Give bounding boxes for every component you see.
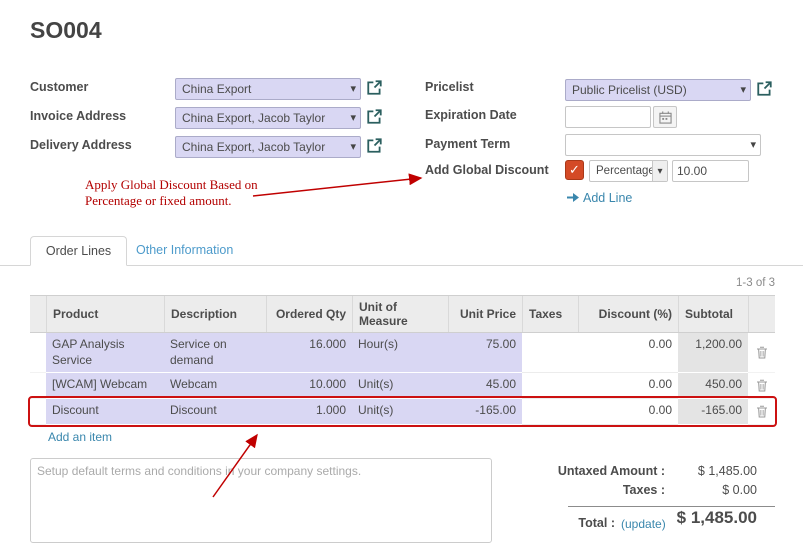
cell-discount[interactable]: 0.00: [578, 399, 678, 425]
column-header-ordered-qty[interactable]: Ordered Qty: [266, 296, 352, 332]
chevron-down-icon: ▾: [652, 161, 667, 181]
pager: 1-3 of 3: [695, 277, 775, 289]
sales-order-page: { "header": { "title": "SO004" }, "icons…: [0, 0, 803, 545]
cell-product[interactable]: Discount: [46, 399, 164, 425]
cell-ordered-qty[interactable]: 1.000: [266, 399, 352, 425]
column-header-subtotal[interactable]: Subtotal: [678, 296, 748, 332]
table-row: [WCAM] Webcam Webcam 10.000 Unit(s) 45.0…: [30, 373, 775, 399]
delivery-address-label: Delivery Address: [30, 138, 132, 152]
cell-taxes[interactable]: [522, 399, 578, 425]
cell-subtotal[interactable]: -165.00: [678, 399, 748, 425]
total-value: $ 1,485.00: [640, 508, 757, 528]
untaxed-amount-value: $ 1,485.00: [662, 464, 757, 478]
column-header-description[interactable]: Description: [164, 296, 266, 332]
global-discount-annotation: Apply Global Discount Based on Percentag…: [85, 177, 265, 210]
cell-product[interactable]: [WCAM] Webcam: [46, 373, 164, 399]
pricelist-value: Public Pricelist (USD): [572, 83, 687, 97]
add-line-link[interactable]: Add Line: [583, 191, 632, 205]
delivery-address-select[interactable]: China Export, Jacob Taylor ▾: [175, 136, 361, 158]
discount-amount-input[interactable]: [672, 160, 749, 182]
terms-conditions-textarea[interactable]: [30, 458, 492, 543]
column-header-unit-price[interactable]: Unit Price: [448, 296, 522, 332]
pricelist-external-link-icon[interactable]: [756, 80, 773, 97]
delivery-address-external-link-icon[interactable]: [366, 137, 383, 154]
discount-type-value: Percentage: [596, 165, 655, 177]
cell-discount[interactable]: 0.00: [578, 333, 678, 373]
cell-description[interactable]: Service on demand: [164, 333, 266, 373]
customer-select[interactable]: China Export ▾: [175, 78, 361, 100]
chevron-down-icon: ▾: [740, 83, 746, 96]
invoice-address-value: China Export, Jacob Taylor: [182, 111, 325, 125]
delete-row-icon[interactable]: [748, 399, 775, 425]
tab-other-information[interactable]: Other Information: [136, 243, 233, 257]
customer-label: Customer: [30, 80, 88, 94]
cell-unit-of-measure[interactable]: Hour(s): [352, 333, 448, 373]
header-actions: [748, 296, 775, 332]
cell-unit-price[interactable]: -165.00: [448, 399, 522, 425]
tab-order-lines[interactable]: Order Lines: [30, 236, 127, 266]
cell-taxes[interactable]: [522, 333, 578, 373]
header-gutter: [30, 296, 46, 332]
checkbox-check-icon: ✓: [569, 162, 580, 178]
customer-value: China Export: [182, 82, 251, 96]
invoice-address-select[interactable]: China Export, Jacob Taylor ▾: [175, 107, 361, 129]
total-label: Total :: [545, 516, 615, 530]
page-title: SO004: [30, 17, 102, 44]
expiration-date-input[interactable]: [565, 106, 651, 128]
cell-unit-of-measure[interactable]: Unit(s): [352, 373, 448, 399]
cell-ordered-qty[interactable]: 16.000: [266, 333, 352, 373]
column-header-unit-of-measure[interactable]: Unit of Measure: [352, 296, 448, 332]
taxes-value: $ 0.00: [662, 483, 757, 497]
delete-row-icon[interactable]: [748, 373, 775, 399]
delivery-address-value: China Export, Jacob Taylor: [182, 140, 325, 154]
cell-unit-of-measure[interactable]: Unit(s): [352, 399, 448, 425]
cell-product[interactable]: GAP Analysis Service: [46, 333, 164, 373]
payment-term-label: Payment Term: [425, 137, 510, 151]
invoice-address-label: Invoice Address: [30, 109, 126, 123]
row-handle[interactable]: [30, 373, 46, 399]
taxes-label: Taxes :: [480, 483, 665, 497]
add-line-arrow-icon: [566, 192, 580, 206]
row-handle[interactable]: [30, 333, 46, 373]
cell-description[interactable]: Webcam: [164, 373, 266, 399]
order-lines-header: Product Description Ordered Qty Unit of …: [30, 295, 775, 333]
chevron-down-icon: ▾: [350, 82, 356, 95]
cell-taxes[interactable]: [522, 373, 578, 399]
column-header-discount[interactable]: Discount (%): [578, 296, 678, 332]
row-handle[interactable]: [30, 399, 46, 425]
expiration-date-label: Expiration Date: [425, 108, 517, 122]
untaxed-amount-label: Untaxed Amount :: [480, 464, 665, 478]
pricelist-label: Pricelist: [425, 80, 474, 94]
cell-description[interactable]: Discount: [164, 399, 266, 425]
chevron-down-icon: ▾: [750, 138, 756, 151]
cell-subtotal[interactable]: 1,200.00: [678, 333, 748, 373]
cell-subtotal[interactable]: 450.00: [678, 373, 748, 399]
calendar-icon[interactable]: [653, 106, 677, 128]
tab-order-lines-label: Order Lines: [46, 244, 111, 258]
total-divider: [568, 506, 775, 507]
global-discount-arrow: [253, 178, 421, 196]
delete-row-icon[interactable]: [748, 333, 775, 373]
global-discount-label: Add Global Discount: [425, 163, 549, 177]
cell-unit-price[interactable]: 45.00: [448, 373, 522, 399]
cell-unit-price[interactable]: 75.00: [448, 333, 522, 373]
payment-term-select[interactable]: ▾: [565, 134, 761, 156]
cell-ordered-qty[interactable]: 10.000: [266, 373, 352, 399]
chevron-down-icon: ▾: [350, 111, 356, 124]
cell-discount[interactable]: 0.00: [578, 373, 678, 399]
column-header-product[interactable]: Product: [46, 296, 164, 332]
chevron-down-icon: ▾: [350, 140, 356, 153]
add-item-link[interactable]: Add an item: [48, 430, 112, 444]
customer-external-link-icon[interactable]: [366, 79, 383, 96]
invoice-address-external-link-icon[interactable]: [366, 108, 383, 125]
column-header-taxes[interactable]: Taxes: [522, 296, 578, 332]
table-row: GAP Analysis Service Service on demand 1…: [30, 333, 775, 373]
table-row-discount: Discount Discount 1.000 Unit(s) -165.00 …: [30, 399, 775, 425]
pricelist-select[interactable]: Public Pricelist (USD) ▾: [565, 79, 751, 101]
global-discount-checkbox[interactable]: ✓: [565, 160, 584, 180]
discount-type-select[interactable]: Percentage ▾: [589, 160, 668, 182]
